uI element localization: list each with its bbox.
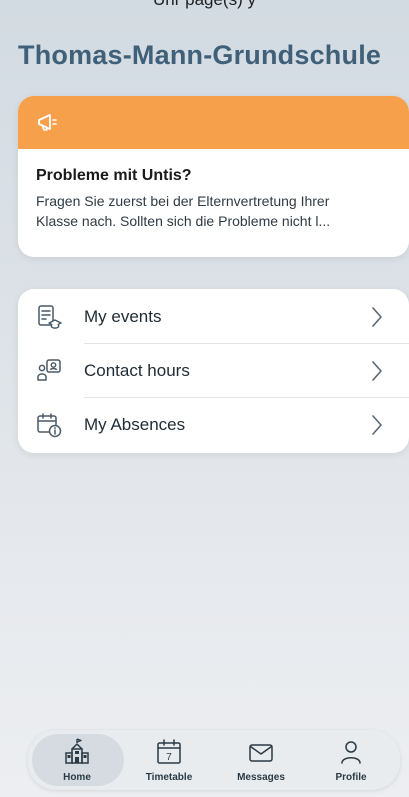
envelope-icon (249, 744, 273, 762)
nav-timetable[interactable]: 7 Timetable (124, 730, 214, 790)
announcement-card[interactable]: Probleme mit Untis? Fragen Sie zuerst be… (18, 96, 409, 257)
announcement-title: Probleme mit Untis? (36, 167, 192, 184)
menu-item-my-absences[interactable]: My Absences (18, 398, 409, 452)
menu-item-my-events[interactable]: My events (18, 290, 409, 344)
chevron-right-icon (372, 415, 382, 435)
menu-item-label: My events (84, 307, 162, 326)
absences-calendar-icon (37, 413, 62, 438)
nav-label: Home (63, 772, 91, 783)
menu-item-label: Contact hours (84, 361, 190, 380)
announcement-text-line-1: Fragen Sie zuerst bei der Elternvertretu… (36, 193, 330, 209)
calendar-icon: 7 (157, 739, 181, 764)
menu-item-contact-hours[interactable]: Contact hours (18, 344, 409, 398)
nav-home[interactable]: Home (32, 730, 124, 790)
person-icon (341, 741, 361, 764)
announcement-banner (18, 96, 409, 149)
megaphone-icon (38, 114, 57, 131)
chevron-right-icon (372, 307, 382, 327)
menu-item-label: My Absences (84, 415, 186, 434)
status-bar-cropped-text: Uhr page(s) y (0, 0, 409, 12)
nav-messages[interactable]: Messages (216, 730, 306, 790)
events-list-icon (38, 305, 62, 329)
nav-label: Timetable (145, 772, 193, 783)
announcement-text: Fragen Sie zuerst bei der Elternvertretu… (36, 191, 391, 231)
calendar-day-number: 7 (166, 752, 172, 763)
chevron-right-icon (372, 361, 382, 381)
announcement-text-line-2: Klasse nach. Sollten sich die Probleme n… (36, 213, 331, 229)
nav-label: Messages (237, 772, 285, 783)
quick-links-card: My events Contact hours My Absences (18, 289, 409, 453)
contact-hours-icon (37, 359, 61, 381)
school-icon (65, 738, 89, 764)
nav-profile[interactable]: Profile (306, 730, 396, 790)
page-title: Thomas-Mann-Grundschule (18, 40, 382, 70)
nav-label: Profile (335, 772, 367, 783)
bottom-navigation: Home 7 Timetable Messages Profile (28, 730, 400, 790)
